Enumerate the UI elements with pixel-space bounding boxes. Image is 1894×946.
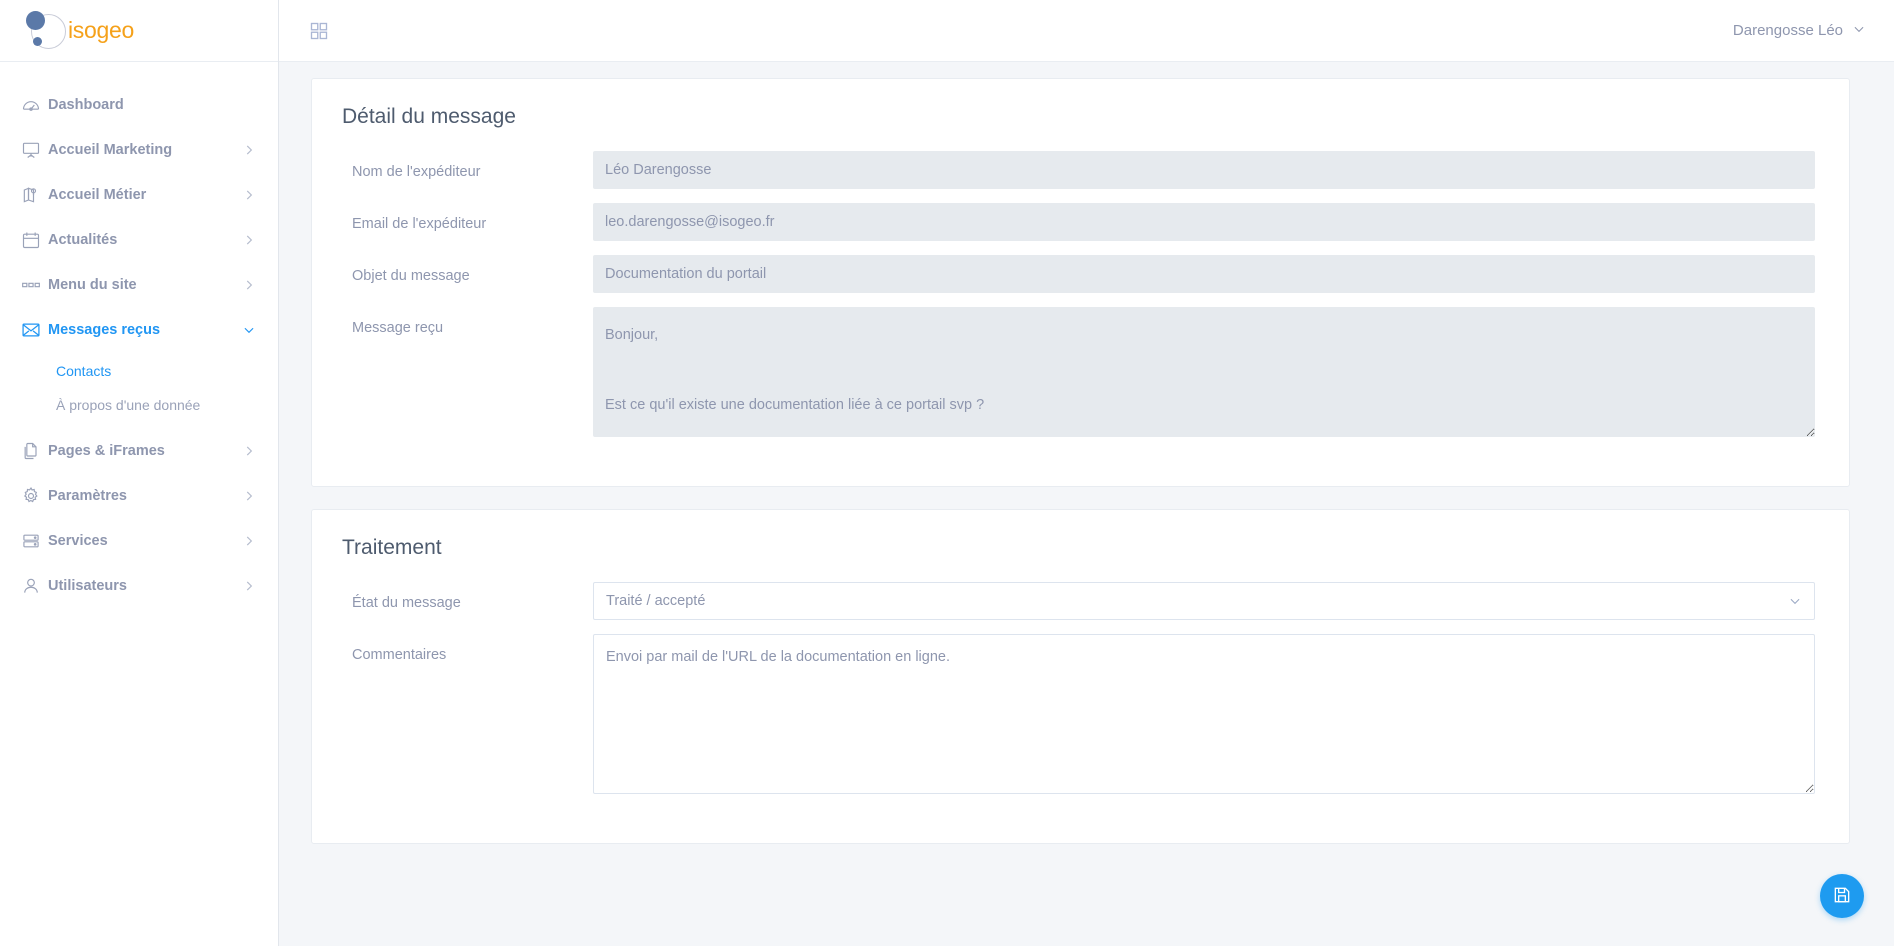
form-row-sender-name: Nom de l'expéditeur [328,151,1815,189]
chevron-right-icon [242,444,256,458]
chevron-right-icon [242,278,256,292]
form-row-comments: Commentaires Envoi par mail de l'URL de … [328,634,1815,799]
chevron-right-icon [242,489,256,503]
app-root: isogeo Dashboard Accueil Marketing Accue… [0,0,1894,946]
sidebar-item-parametres[interactable]: Paramètres [0,473,278,518]
sidebar-item-services[interactable]: Services [0,518,278,563]
card-traitement: Traitement État du message Traité / acce… [311,509,1850,844]
gear-icon [14,486,48,506]
sidebar-subitem-label: À propos d'une donnée [56,397,201,413]
card-title: Détail du message [342,105,516,128]
menu-blocks-icon [14,275,48,295]
presentation-icon [14,140,48,160]
save-floppy-icon [1832,885,1852,908]
user-menu[interactable]: Darengosse Léo [1733,22,1866,40]
sidebar-item-label: Menu du site [48,276,137,293]
state-select-value: Traité / accepté [606,593,706,609]
sidebar-item-label: Messages reçus [48,321,161,338]
message-textarea[interactable]: Bonjour, Est ce qu'il existe une documen… [593,307,1815,437]
sidebar-item-dashboard[interactable]: Dashboard [0,82,278,127]
sidebar-item-utilisateurs[interactable]: Utilisateurs [0,563,278,608]
chevron-down-icon [1788,594,1802,608]
state-field-wrap: Traité / accepté [593,582,1815,620]
sidebar-item-label: Accueil Métier [48,186,147,203]
chevron-right-icon [242,534,256,548]
main-area: Darengosse Léo Détail du message Nom de … [279,0,1894,946]
sidebar-subitem-label: Contacts [56,363,112,379]
sidebar-item-messages-recus[interactable]: Messages reçus [0,307,278,352]
chevron-right-icon [242,233,256,247]
sidebar-item-accueil-metier[interactable]: Accueil Métier [0,172,278,217]
sender-name-input[interactable] [593,151,1815,189]
sidebar-submenu-messages: Contacts À propos d'une donnée [0,352,278,428]
card-title: Traitement [342,536,442,559]
sender-name-field-wrap [593,151,1815,189]
logo-mark-icon [22,9,68,53]
comments-field-wrap: Envoi par mail de l'URL de la documentat… [593,634,1815,799]
subject-input[interactable] [593,255,1815,293]
sidebar-item-label: Pages & iFrames [48,442,165,459]
sidebar-item-menu-du-site[interactable]: Menu du site [0,262,278,307]
brand-header[interactable]: isogeo [0,0,278,62]
sidebar-item-label: Paramètres [48,487,127,504]
form-row-message: Message reçu Bonjour, Est ce qu'il exist… [328,307,1815,442]
sender-name-label: Nom de l'expéditeur [352,164,481,180]
chevron-down-icon [242,323,256,337]
message-field-wrap: Bonjour, Est ce qu'il existe une documen… [593,307,1815,442]
sidebar-nav: Dashboard Accueil Marketing Accueil Méti… [0,62,278,608]
form-row-subject: Objet du message [328,255,1815,293]
map-pin-icon [14,185,48,205]
sidebar-item-label: Actualités [48,231,118,248]
chevron-right-icon [242,579,256,593]
form-row-state: État du message Traité / accepté [328,582,1815,620]
content-scroll: Détail du message Nom de l'expéditeur Em… [279,62,1894,946]
chevron-down-icon [1852,22,1866,40]
subject-label: Objet du message [352,268,470,284]
sidebar: isogeo Dashboard Accueil Marketing Accue… [0,0,279,946]
sender-email-field-wrap [593,203,1815,241]
subject-field-wrap [593,255,1815,293]
isogeo-logo[interactable]: isogeo [22,9,134,53]
card-detail-message: Détail du message Nom de l'expéditeur Em… [311,78,1850,487]
sender-email-input[interactable] [593,203,1815,241]
topbar: Darengosse Léo [279,0,1894,62]
server-icon [14,531,48,551]
sidebar-item-label: Accueil Marketing [48,141,173,158]
calendar-icon [14,230,48,250]
state-label: État du message [352,595,461,611]
sidebar-subitem-a-propos-dune-donnee[interactable]: À propos d'une donnée [0,388,278,422]
form-row-sender-email: Email de l'expéditeur [328,203,1815,241]
comments-textarea[interactable]: Envoi par mail de l'URL de la documentat… [593,634,1815,794]
comments-label: Commentaires [352,647,447,663]
gauge-icon [14,95,48,115]
sidebar-item-actualites[interactable]: Actualités [0,217,278,262]
envelope-icon [14,320,48,340]
sidebar-item-label: Services [48,532,108,549]
sidebar-item-accueil-marketing[interactable]: Accueil Marketing [0,127,278,172]
sidebar-item-label: Utilisateurs [48,577,127,594]
logo-wordmark: isogeo [68,17,134,43]
chevron-right-icon [242,188,256,202]
copy-pages-icon [14,441,48,461]
sidebar-subitem-contacts[interactable]: Contacts [0,354,278,388]
sender-email-label: Email de l'expéditeur [352,216,487,232]
sidebar-item-label: Dashboard [48,96,124,113]
sidebar-item-pages-iframes[interactable]: Pages & iFrames [0,428,278,473]
state-select[interactable]: Traité / accepté [593,582,1815,620]
user-name-label: Darengosse Léo [1732,22,1843,39]
user-icon [14,576,48,596]
grid-apps-icon[interactable] [309,21,329,41]
chevron-right-icon [242,143,256,157]
save-button[interactable] [1820,874,1864,918]
message-label: Message reçu [352,320,444,336]
